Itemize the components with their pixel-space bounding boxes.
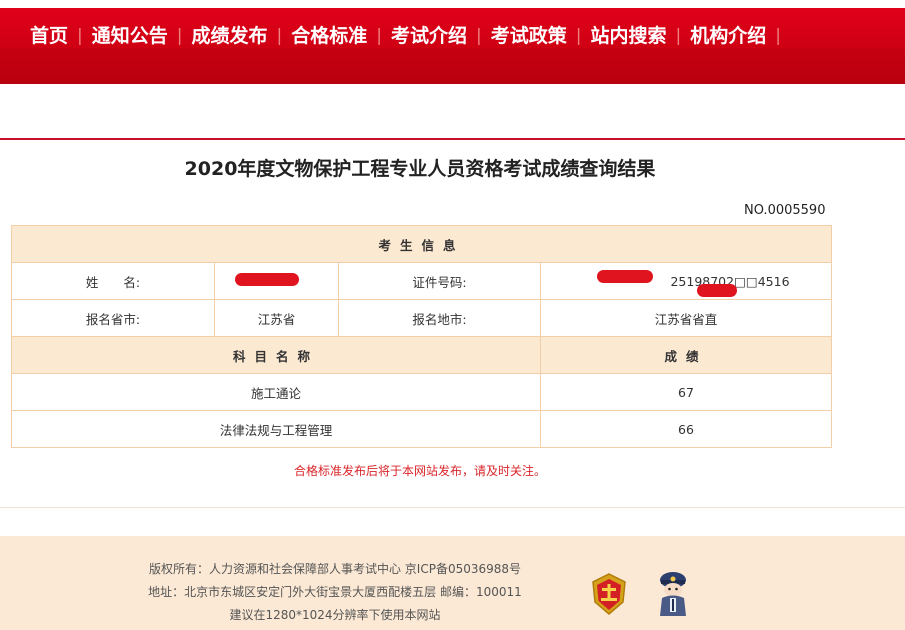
examinee-section-header: 考生信息 — [10, 225, 833, 263]
table-row: 姓 名: 证件号码: 25198702□□4516 — [11, 262, 833, 300]
redaction-mark — [697, 284, 737, 297]
navbar-lower-band — [0, 48, 905, 84]
footer: 版权所有：人力资源和社会保障部人事考试中心 京ICP备05036988号 地址：… — [0, 536, 905, 630]
divider-red — [0, 138, 905, 140]
subject-header: 科目名称 — [11, 336, 541, 374]
name-label: 姓 名: — [11, 262, 215, 300]
id-value: 25198702□□4516 — [539, 262, 833, 300]
score-header: 成绩 — [539, 336, 833, 374]
examinee-section-row: 考生信息 — [10, 225, 833, 263]
notice-text: 合格标准发布后将于本网站发布，请及时关注。 — [293, 464, 546, 478]
nav-separator: | — [176, 26, 183, 46]
nav-item[interactable]: 考试介绍 — [385, 22, 473, 50]
footer-resolution: 建议在1280*1024分辨率下使用本网站 — [229, 608, 441, 622]
footer-copyright: 版权所有：人力资源和社会保障部人事考试中心 京ICP备05036988号 — [148, 562, 522, 576]
nav-separator: | — [575, 26, 582, 46]
subject-name: 施工通论 — [11, 373, 541, 411]
footer-text: 版权所有：人力资源和社会保障部人事考试中心 京ICP备05036988号 地址：… — [100, 558, 570, 627]
nav-separator: | — [77, 26, 83, 46]
cyber-police-icon[interactable] — [652, 568, 694, 620]
table-row: 施工通论 67 — [11, 373, 833, 411]
score-result-table: 考生信息 姓 名: 证件号码: 25198702□□4516 报名省市: 江苏省… — [10, 225, 833, 448]
id-label: 证件号码: — [338, 262, 541, 300]
province-value: 江苏省 — [214, 299, 339, 337]
nav-item[interactable]: 成绩发布 — [186, 22, 274, 50]
nav-separator: | — [476, 26, 482, 46]
nav-item[interactable]: 考试政策 — [485, 22, 573, 50]
footer-address: 地址：北京市东城区安定门外大街宝景大厦西配楼五层 邮编：100011 — [148, 585, 522, 599]
province-label: 报名省市: — [11, 299, 215, 337]
page-title: 2020年度文物保护工程专业人员资格考试成绩查询结果 — [184, 158, 656, 180]
table-row: 报名省市: 江苏省 报名地市: 江苏省省直 — [11, 299, 833, 337]
city-value: 江苏省省直 — [539, 299, 833, 337]
nav-item[interactable]: 合格标准 — [285, 22, 373, 50]
nav-item[interactable]: 首页 — [24, 22, 74, 50]
police-emblem-icon[interactable] — [590, 572, 628, 616]
redaction-mark — [597, 270, 653, 283]
redaction-mark — [235, 273, 299, 286]
nav-separator: | — [775, 26, 781, 46]
nav-separator: | — [675, 26, 682, 46]
table-row: 法律法规与工程管理 66 — [11, 410, 833, 448]
nav-item[interactable]: 站内搜索 — [585, 22, 673, 50]
subject-score: 66 — [539, 410, 833, 448]
name-value — [214, 262, 339, 300]
nav-item[interactable]: 机构介绍 — [684, 22, 772, 50]
nav-item[interactable]: 通知公告 — [86, 22, 174, 50]
footer-divider — [0, 507, 905, 508]
city-label: 报名地市: — [338, 299, 541, 337]
serial-number: NO.0005590 — [744, 203, 826, 218]
nav-separator: | — [376, 26, 382, 46]
nav-items: 首页 | 通知公告 | 成绩发布 | 合格标准 | 考试介绍 | 考试政策 | 站内搜索 | 机构介绍 | — [24, 22, 784, 50]
subject-header-row: 科目名称 成绩 — [11, 336, 833, 374]
subject-name: 法律法规与工程管理 — [11, 410, 541, 448]
subject-score: 67 — [539, 373, 833, 411]
nav-separator: | — [276, 26, 283, 46]
